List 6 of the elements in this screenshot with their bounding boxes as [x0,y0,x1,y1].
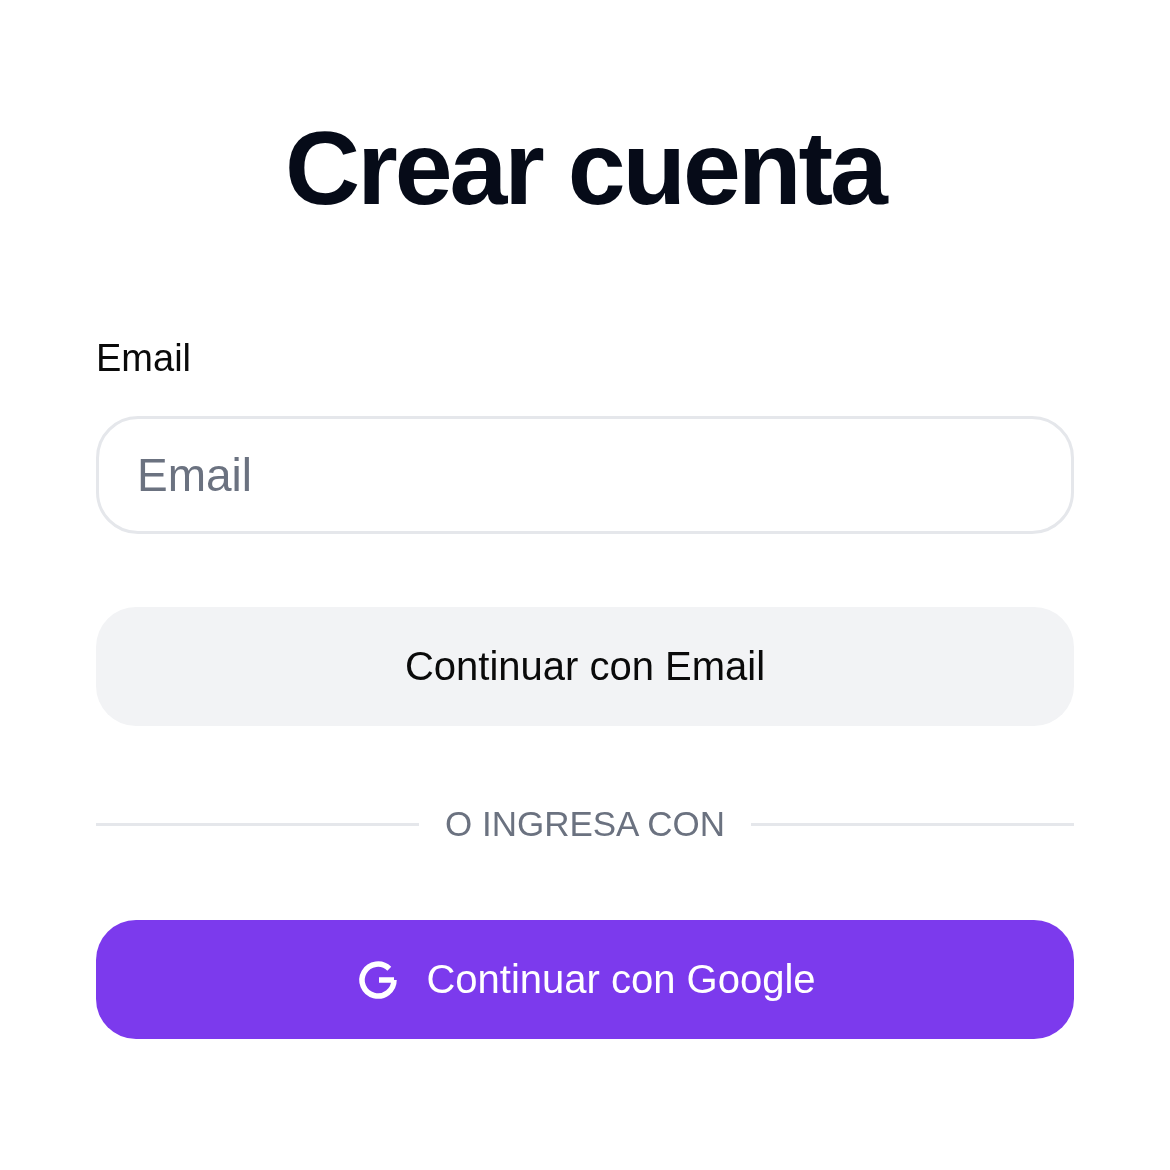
page-title: Crear cuenta [284,109,888,228]
email-field[interactable]: Email [96,416,1074,534]
divider-text: O INGRESA CON [444,804,726,844]
google-button[interactable]: Continuar con Google [96,920,1074,1039]
continue-email-button[interactable]: Continuar con Email [96,607,1074,726]
field-label: Email [96,336,192,380]
